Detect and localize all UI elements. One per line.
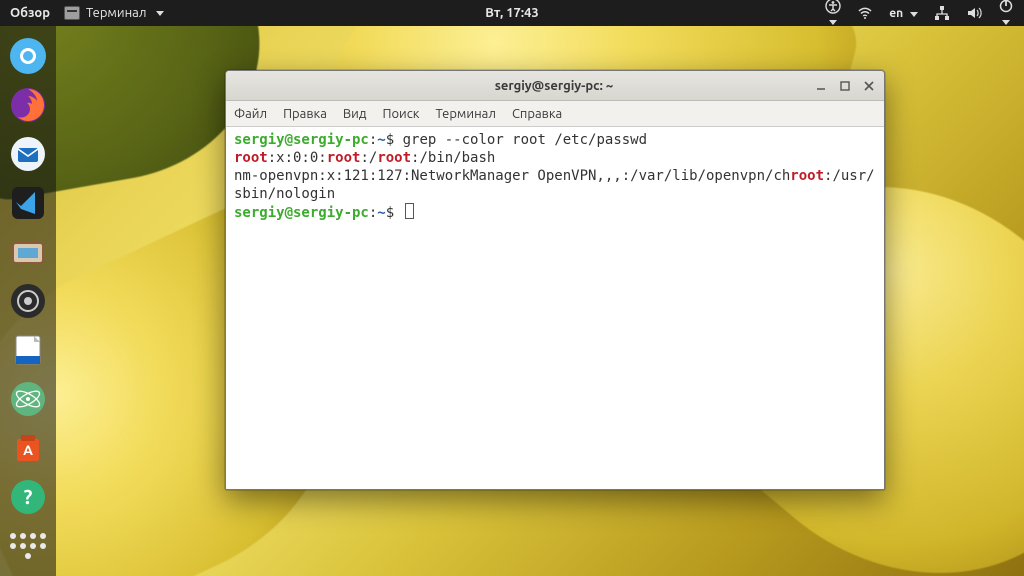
power-icon[interactable] [998,0,1014,28]
app-menu-label: Терминал [86,6,146,20]
command-text: grep --color root /etc/passwd [403,132,647,148]
prompt-path: ~ [377,205,385,221]
chevron-down-icon [910,12,918,17]
clock[interactable]: Вт, 17:43 [485,6,539,20]
app-menu[interactable]: Терминал [64,6,164,20]
dock: A ? [0,26,56,576]
menu-help[interactable]: Справка [512,107,562,121]
menu-view[interactable]: Вид [343,107,367,121]
chevron-down-icon [1002,20,1010,25]
chevron-down-icon [156,11,164,16]
dock-chromium[interactable] [7,36,49,77]
keyboard-layout[interactable]: en [889,7,918,20]
show-applications[interactable] [7,525,49,566]
terminal-window: sergiy@sergiy-pc: ~ Файл Правка Вид Поис… [225,70,885,490]
menu-terminal[interactable]: Терминал [435,107,495,121]
dock-vscode[interactable] [7,183,49,224]
grep-match: root [234,150,268,166]
terminal-body[interactable]: sergiy@sergiy-pc:~$ grep --color root /e… [226,127,884,489]
grep-match: root [327,150,361,166]
titlebar[interactable]: sergiy@sergiy-pc: ~ [226,71,884,101]
dock-help[interactable]: ? [7,476,49,517]
activities-button[interactable]: Обзор [10,6,50,20]
cursor [405,203,414,219]
network-wired-icon[interactable] [934,5,950,21]
dock-atom[interactable] [7,378,49,419]
window-title: sergiy@sergiy-pc: ~ [294,79,814,93]
terminal-appicon [64,6,80,20]
dock-screenshot[interactable] [7,232,49,273]
prompt-path: ~ [377,132,385,148]
close-button[interactable] [862,79,876,93]
grep-match: root [377,150,411,166]
dock-libreoffice-writer[interactable] [7,329,49,370]
prompt-user: sergiy@sergiy-pc [234,132,369,148]
menu-file[interactable]: Файл [234,107,267,121]
prompt-user: sergiy@sergiy-pc [234,205,369,221]
menu-search[interactable]: Поиск [382,107,419,121]
dock-thunderbird[interactable] [7,134,49,175]
wifi-icon[interactable] [857,5,873,21]
menu-edit[interactable]: Правка [283,107,327,121]
menubar: Файл Правка Вид Поиск Терминал Справка [226,101,884,127]
maximize-button[interactable] [838,79,852,93]
grep-match: root [790,168,824,184]
dock-obs[interactable] [7,281,49,322]
svg-text:?: ? [24,485,33,508]
volume-icon[interactable] [966,5,982,21]
accessibility-icon[interactable] [825,0,841,28]
top-panel: Обзор Терминал Вт, 17:43 en [0,0,1024,26]
chevron-down-icon [829,20,837,25]
dock-firefox[interactable] [7,85,49,126]
minimize-button[interactable] [814,79,828,93]
svg-text:A: A [23,442,33,458]
dock-software[interactable]: A [7,427,49,468]
